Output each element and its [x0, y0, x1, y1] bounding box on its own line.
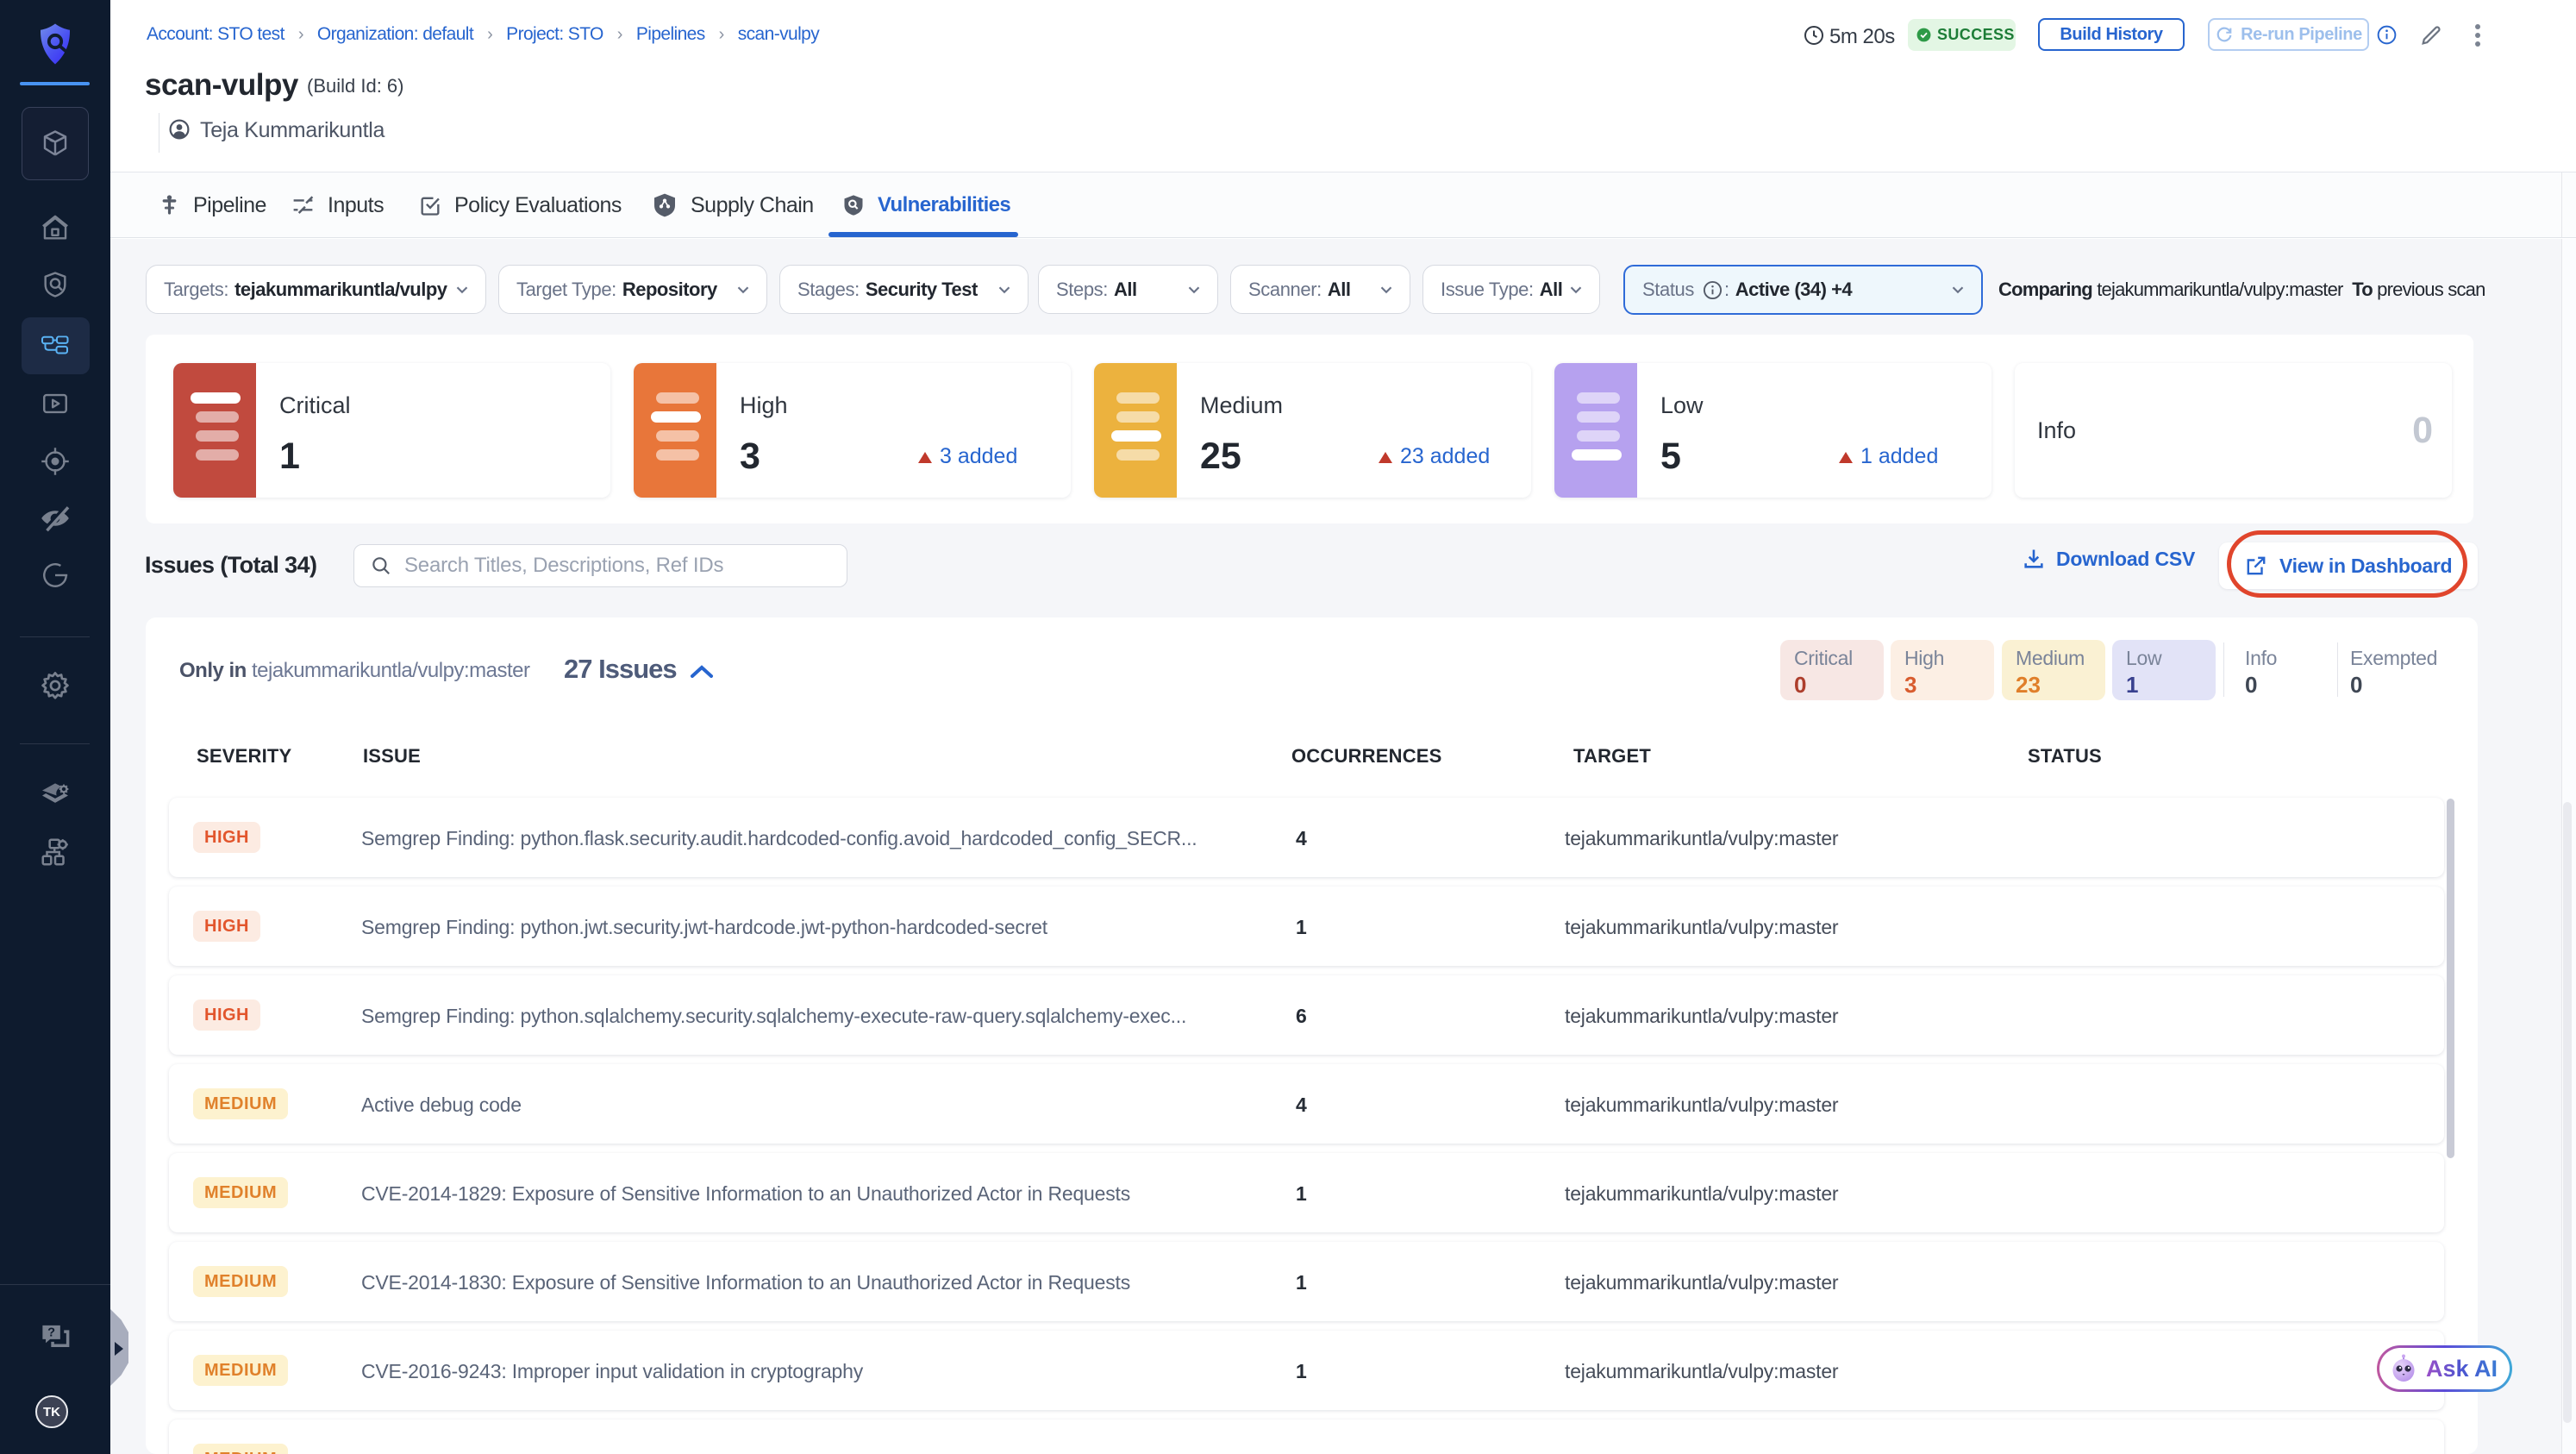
svg-text:?: ? [47, 1326, 55, 1339]
